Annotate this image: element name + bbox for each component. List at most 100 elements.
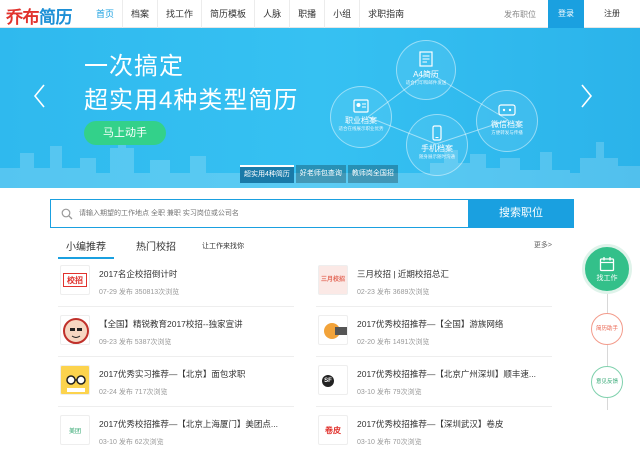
thumb-label: 校招 (63, 273, 87, 287)
thumb-label: 美团 (68, 429, 81, 435)
calendar-icon (599, 257, 615, 272)
article-title: 2017优秀校招推荐—【北京上海厦门】美团点... (99, 419, 278, 429)
page: 乔布简历 首页 档案 找工作 简历模板 人脉 职播 小组 求职指南 发布职位 登… (0, 0, 640, 461)
top-nav: 乔布简历 首页 档案 找工作 简历模板 人脉 职播 小组 求职指南 发布职位 登… (0, 0, 640, 28)
list-item[interactable]: 校招 2017名企校招倒计时 07-29 发布 350813次浏览 (58, 262, 294, 302)
feedback-button[interactable]: 意见反馈 (591, 366, 623, 398)
bubble-sub: 方便转发与传播 (491, 130, 523, 135)
job-search-bar: 搜索职位 (50, 199, 574, 228)
start-now-button[interactable]: 马上动手 (84, 121, 166, 145)
list-item[interactable]: 2017优秀校招推荐—【全国】游族网络 02-20 发布 1491次浏览 (316, 312, 552, 352)
article-thumbnail (60, 315, 90, 345)
article-meta: 03-10 发布 79次浏览 (357, 389, 422, 396)
list-item[interactable]: 三月校招 三月校招 | 近期校招总汇 02-23 发布 3689次浏览 (316, 262, 552, 302)
article-meta: 02-24 发布 717次浏览 (99, 389, 168, 396)
list-item[interactable]: 2017优秀实习推荐—【北京】面包求职 02-24 发布 717次浏览 (58, 362, 294, 402)
banner-headline-1: 一次搞定 (84, 53, 184, 80)
row-divider (58, 406, 294, 407)
article-thumbnail: 三月校招 (318, 265, 348, 295)
bubble-sub: 适合在线展示职业优势 (338, 126, 384, 131)
logo-part2: 简历 (39, 8, 73, 27)
login-button[interactable]: 登录 (548, 0, 584, 28)
bubble-sub: 随身展示随时沟通 (419, 154, 455, 159)
banner-tab-teacher[interactable]: 好老师包查询 (295, 165, 346, 183)
article-title: 2017名企校招倒计时 (99, 269, 178, 279)
profile-card-icon (353, 99, 369, 113)
article-title: 2017优秀实习推荐—【北京】面包求职 (99, 369, 246, 379)
article-meta: 02-23 发布 3689次浏览 (357, 289, 430, 296)
resume-assistant-button[interactable]: 简历助手 (591, 313, 623, 345)
post-job-link[interactable]: 发布职位 (504, 9, 536, 20)
nav-item-broadcast[interactable]: 职播 (289, 0, 324, 28)
more-link[interactable]: 更多> (534, 240, 552, 250)
company-logo-icon (324, 323, 347, 339)
register-button[interactable]: 注册 (594, 0, 630, 28)
wechat-icon (498, 104, 516, 116)
article-thumbnail: 卷皮 (318, 415, 348, 445)
job-search-input[interactable] (79, 200, 459, 227)
bubble-a4-resume[interactable]: A4简历 适合打印和邮件发送 (396, 40, 456, 100)
row-divider (316, 406, 552, 407)
list-item[interactable]: 美团 2017优秀校招推荐—【北京上海厦门】美团点... 03-10 发布 62… (58, 412, 294, 452)
nav-item-guide[interactable]: 求职指南 (359, 0, 412, 28)
row-divider (316, 306, 552, 307)
nav-item-jobs[interactable]: 找工作 (157, 0, 201, 28)
bubble-title: 职业档案 (345, 116, 377, 125)
list-item[interactable]: 卷皮 2017优秀校招推荐—【深圳武汉】卷皮 03-10 发布 70次浏览 (316, 412, 552, 452)
tab-hot-campus[interactable]: 热门校招 (136, 238, 176, 253)
person-avatar-icon (63, 318, 89, 344)
nav-item-templates[interactable]: 简历模板 (201, 0, 254, 28)
content-tabs: 小编推荐 热门校招 让工作来找你 更多> (58, 238, 558, 259)
bubble-wechat-profile[interactable]: 微信档案 方便转发与传播 (476, 90, 538, 152)
bubble-career-profile[interactable]: 职业档案 适合在线展示职业优势 (330, 86, 392, 148)
list-item[interactable]: SF 2017优秀校招推荐—【北京广州深圳】顺丰速... 03-10 发布 79… (316, 362, 552, 402)
site-logo[interactable]: 乔布简历 (6, 3, 73, 28)
article-title: 2017优秀校招推荐—【深圳武汉】卷皮 (357, 419, 504, 429)
article-thumbnail: SF (318, 365, 348, 395)
tab-jobs-find-you[interactable]: 让工作来找你 (202, 241, 244, 251)
article-meta: 07-29 发布 350813次浏览 (99, 289, 180, 296)
tab-editor-picks[interactable]: 小编推荐 (66, 238, 106, 253)
article-title: 2017优秀校招推荐—【全国】游族网络 (357, 319, 504, 329)
banner-headline-2: 超实用4种类型简历 (84, 87, 299, 114)
article-meta: 03-10 发布 62次浏览 (99, 439, 164, 446)
search-jobs-button[interactable]: 搜索职位 (468, 199, 574, 228)
bubble-title: A4简历 (413, 70, 439, 79)
row-divider (316, 356, 552, 357)
nav-item-archive[interactable]: 档案 (122, 0, 157, 28)
nav-item-groups[interactable]: 小组 (324, 0, 359, 28)
article-meta: 09-23 发布 5387次浏览 (99, 339, 172, 346)
glasses-face-icon (66, 375, 86, 392)
banner-next-icon[interactable] (580, 83, 594, 109)
thumb-label: 三月校招 (320, 277, 345, 283)
article-title: 【全国】精锐教育2017校招--独家宣讲 (99, 319, 243, 329)
article-meta: 02-20 发布 1491次浏览 (357, 339, 430, 346)
list-item[interactable]: 【全国】精锐教育2017校招--独家宣讲 09-23 发布 5387次浏览 (58, 312, 294, 352)
resume-type-bubbles: A4简历 适合打印和邮件发送 职业档案 适合在线展示职业优势 微信档案 方便转发… (318, 32, 548, 182)
row-divider (58, 356, 294, 357)
find-job-label: 找工作 (596, 275, 618, 282)
article-title: 2017优秀校招推荐—【北京广州深圳】顺丰速... (357, 369, 536, 379)
row-divider (58, 306, 294, 307)
bubble-mobile-profile[interactable]: 手机档案 随身展示随时沟通 (406, 114, 468, 176)
search-icon (61, 208, 73, 220)
thumb-label: SF (322, 375, 334, 387)
side-float-menu: 找工作 简历助手 意见反馈 (582, 240, 634, 420)
phone-icon (432, 125, 442, 141)
banner-tab-resume[interactable]: 超实用4种简历 (240, 165, 294, 183)
article-thumbnail (318, 315, 348, 345)
banner-prev-icon[interactable] (32, 83, 46, 109)
hero-banner[interactable]: 一次搞定 超实用4种类型简历 马上动手 A4简历 适合打印和邮件发送 职业档案 … (0, 28, 640, 188)
banner-tab-teacher-jobs[interactable]: 教师岗全国招 (347, 165, 398, 183)
banner-tabs: 超实用4种简历 好老师包查询 教师岗全国招 (240, 165, 400, 183)
nav-item-network[interactable]: 人脉 (254, 0, 289, 28)
article-thumbnail: 美团 (60, 415, 90, 445)
nav-item-home[interactable]: 首页 (88, 0, 122, 28)
bubble-title: 微信档案 (491, 120, 523, 129)
article-thumbnail: 校招 (60, 265, 90, 295)
bubble-title: 手机档案 (421, 144, 453, 153)
find-job-float-button[interactable]: 找工作 (582, 244, 632, 294)
article-thumbnail (60, 365, 90, 395)
logo-part1: 乔布 (6, 8, 40, 27)
nav-right: 发布职位 登录 注册 (504, 0, 640, 28)
